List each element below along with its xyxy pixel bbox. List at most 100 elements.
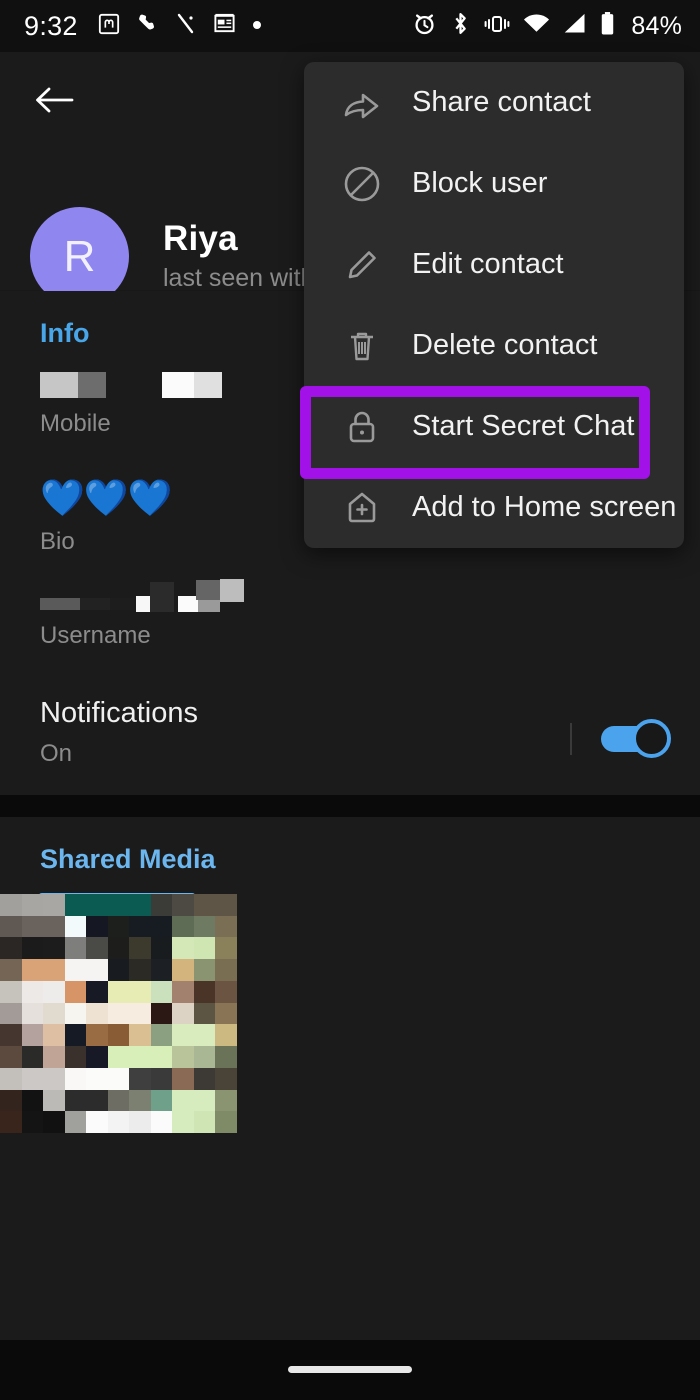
media-pixel (150, 959, 173, 981)
media-pixel (86, 915, 108, 938)
media-pixel (215, 1089, 237, 1112)
info-label-mobile: Mobile (40, 410, 111, 437)
media-pixel (86, 1089, 108, 1112)
username-value-redacted (40, 572, 244, 612)
media-pixel (172, 915, 194, 938)
media-pixel (64, 1111, 87, 1133)
media-pixel (172, 1089, 194, 1112)
news-app-icon (213, 12, 236, 40)
phone-call-icon (136, 12, 159, 40)
media-pixel (86, 1024, 108, 1047)
menu-item-delete-contact[interactable]: Delete contact (304, 305, 684, 386)
media-pixel (0, 894, 22, 916)
media-pixel (193, 915, 216, 938)
media-pixel (129, 1046, 151, 1068)
media-pixel (107, 1024, 130, 1047)
menu-item-block-user[interactable]: Block user (304, 143, 684, 224)
media-pixel (43, 937, 65, 960)
media-pixel (172, 1002, 194, 1025)
lock-icon (340, 405, 384, 449)
media-pixel (215, 1024, 237, 1047)
media-pixel (43, 980, 65, 1003)
wifi-icon (523, 13, 550, 40)
media-pixel (64, 1089, 87, 1112)
status-bar-clock: 9:32 (24, 10, 78, 41)
media-pixel (150, 1089, 173, 1112)
media-pixel (21, 1002, 44, 1025)
media-pixel (43, 1046, 65, 1068)
media-pixel (193, 1046, 216, 1068)
notifications-title: Notifications (40, 697, 198, 729)
media-pixel (21, 915, 44, 938)
battery-icon (600, 11, 615, 41)
media-pixel (150, 894, 173, 916)
media-pixel (129, 959, 151, 981)
media-pixel (107, 980, 130, 1003)
media-pixel (172, 1067, 194, 1090)
info-section-title: Info (40, 318, 90, 348)
bio-value: 💙💙💙 (40, 477, 172, 518)
info-row-bio[interactable]: 💙💙💙 Bio (40, 477, 172, 556)
alarm-icon (412, 11, 437, 41)
notifications-toggle[interactable] (601, 719, 671, 759)
media-pixel (172, 1111, 194, 1133)
info-row-mobile[interactable]: Mobile (40, 370, 222, 438)
menu-item-start-secret-chat[interactable]: Start Secret Chat (304, 386, 684, 467)
menu-item-edit-contact[interactable]: Edit contact (304, 224, 684, 305)
contact-name: Riya (163, 219, 238, 258)
media-pixel (150, 1002, 173, 1025)
notifications-row[interactable]: Notifications On (40, 697, 198, 768)
media-pixel (172, 937, 194, 960)
media-pixel (129, 1002, 151, 1025)
media-pixel (193, 1024, 216, 1047)
share-arrow-icon (340, 81, 384, 125)
media-pixel (86, 959, 108, 981)
section-gap (0, 795, 700, 817)
media-pixel (21, 1067, 44, 1090)
media-pixel (64, 1067, 87, 1090)
media-pixel (64, 980, 87, 1003)
menu-label: Block user (412, 167, 548, 199)
media-pixel (86, 980, 108, 1003)
toggle-knob (632, 719, 671, 758)
media-pixel (107, 1002, 130, 1025)
media-pixel (129, 1111, 151, 1133)
media-pixel (43, 894, 65, 916)
home-gesture-bar[interactable] (288, 1366, 412, 1373)
shared-media-title: Shared Media (40, 844, 216, 874)
cellular-signal-icon (563, 13, 587, 40)
media-pixel (193, 1089, 216, 1112)
media-pixel (129, 894, 151, 916)
menu-item-add-to-home-screen[interactable]: Add to Home screen (304, 467, 684, 548)
home-plus-icon (340, 486, 384, 530)
media-pixel (0, 1002, 22, 1025)
media-pixel (107, 1046, 130, 1068)
media-pixel (43, 915, 65, 938)
menu-label: Edit contact (412, 248, 564, 280)
avatar-initial: R (63, 231, 96, 281)
info-row-username[interactable]: Username (40, 572, 244, 650)
media-pixel (129, 937, 151, 960)
media-pixel (86, 1067, 108, 1090)
media-pixel (193, 959, 216, 981)
media-pixel (0, 937, 22, 960)
menu-label: Delete contact (412, 329, 598, 361)
media-pixel (215, 894, 237, 916)
media-pixel (172, 894, 194, 916)
status-bar-system-icons: 84% (412, 11, 682, 41)
shared-media-thumbnail[interactable] (0, 894, 237, 1133)
mastodon-icon (98, 13, 120, 40)
silent-slash-icon (175, 12, 197, 41)
back-button[interactable] (32, 78, 76, 122)
notifications-divider (570, 723, 572, 755)
status-bar: 9:32 84% (0, 0, 700, 52)
bluetooth-icon (450, 11, 471, 41)
media-pixel (107, 959, 130, 981)
media-pixel (150, 1067, 173, 1090)
media-pixel (64, 915, 87, 938)
media-pixel (107, 915, 130, 938)
media-pixel (86, 1111, 108, 1133)
media-pixel (64, 1024, 87, 1047)
menu-item-share-contact[interactable]: Share contact (304, 62, 684, 143)
media-pixel (107, 1067, 130, 1090)
